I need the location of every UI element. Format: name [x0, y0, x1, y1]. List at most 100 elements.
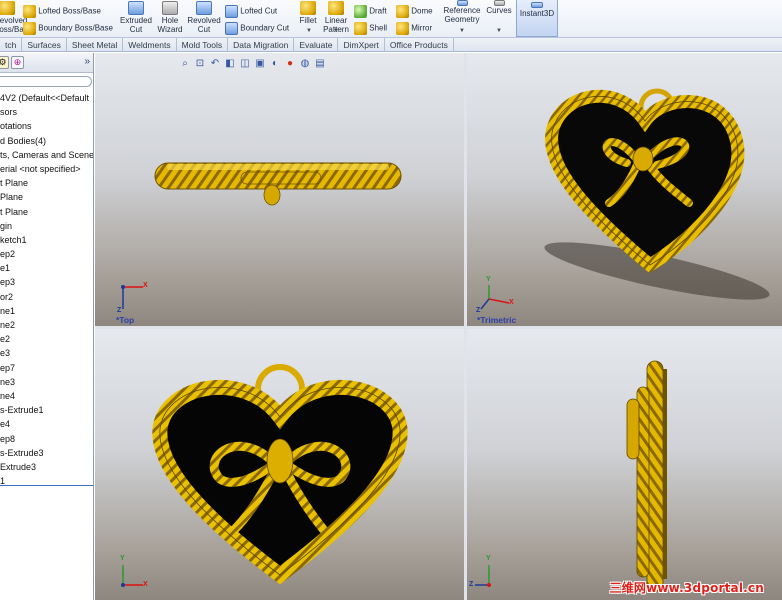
- shell-button[interactable]: Shell: [354, 22, 387, 35]
- revolved-boss-button[interactable]: Revolved Boss/Base: [0, 1, 32, 34]
- previous-view-icon[interactable]: ↶: [209, 58, 221, 70]
- tree-item[interactable]: ep8: [0, 432, 93, 446]
- axis-z-label: Z: [117, 307, 122, 314]
- tree-item[interactable]: t Plane: [0, 205, 93, 219]
- heads-up-view-toolbar: ⌕ ⊡ ↶ ◧ ◫ ▣ ◐ ● ◍ ▤: [179, 57, 326, 71]
- tree-item[interactable]: d Bodies(4): [0, 134, 93, 148]
- tree-item[interactable]: otations: [0, 119, 93, 133]
- tree-item[interactable]: s-Extrude3: [0, 446, 93, 460]
- tab-office-products[interactable]: Office Products: [385, 37, 454, 52]
- tab-sheet-metal[interactable]: Sheet Metal: [67, 37, 124, 52]
- tree-item[interactable]: ep3: [0, 275, 93, 289]
- curves-dropdown-arrow[interactable]: ▼: [496, 28, 502, 34]
- axis-triad-front: Y X: [115, 555, 155, 595]
- tree-item[interactable]: erial <not specified>: [0, 162, 93, 176]
- expand-panel-icon[interactable]: »: [84, 56, 90, 67]
- boundary-cut-button[interactable]: Boundary Cut: [225, 22, 289, 35]
- tab-weldments[interactable]: Weldments: [123, 37, 177, 52]
- hide-show-icon[interactable]: ◐: [269, 58, 281, 70]
- tab-sketch[interactable]: tch: [0, 37, 23, 52]
- site-watermark: 三维网www.3dportal.cn: [609, 581, 764, 595]
- rollback-bar[interactable]: [0, 485, 93, 486]
- shell-label: Shell: [369, 23, 388, 33]
- axis-triad-trimetric: Y X Z: [475, 276, 523, 319]
- axis-triad-top: X Z: [115, 281, 155, 317]
- lofted-boss-button[interactable]: Lofted Boss/Base: [23, 5, 101, 18]
- tree-item[interactable]: ts, Cameras and Scene: [0, 148, 93, 162]
- fillet-label: Fillet: [299, 16, 317, 25]
- tree-item[interactable]: s-Extrude1: [0, 403, 93, 417]
- tree-item[interactable]: gin: [0, 219, 93, 233]
- axis-x-label: X: [509, 299, 514, 306]
- viewport-front[interactable]: Y X: [95, 329, 464, 600]
- axis-z-label: Z: [476, 307, 481, 314]
- reference-geometry-dropdown-arrow[interactable]: ▼: [459, 28, 465, 34]
- feature-manager-toolbar: ⚙ ⊕ »: [0, 53, 93, 73]
- tree-filter-input[interactable]: [0, 76, 92, 87]
- tree-item[interactable]: ne3: [0, 375, 93, 389]
- tree-item[interactable]: ne1: [0, 304, 93, 318]
- tree-item[interactable]: ep2: [0, 247, 93, 261]
- tree-item[interactable]: ne2: [0, 318, 93, 332]
- zoom-fit-icon[interactable]: ⌕: [179, 58, 191, 70]
- view-settings-icon[interactable]: ▤: [314, 58, 326, 70]
- lofted-boss-icon: [23, 5, 36, 18]
- dome-button[interactable]: Dome: [396, 5, 433, 18]
- command-manager-ribbon: Revolved Boss/Base Lofted Boss/Base Boun…: [0, 0, 782, 38]
- graphics-area[interactable]: ⌕ ⊡ ↶ ◧ ◫ ▣ ◐ ● ◍ ▤ X Z *Top Y X Z *Trim…: [95, 53, 782, 600]
- dome-label: Dome: [411, 6, 433, 16]
- tree-item[interactable]: t Plane: [0, 176, 93, 190]
- dimxpert-manager-icon[interactable]: ⊕: [11, 56, 24, 69]
- lofted-cut-button[interactable]: Lofted Cut: [225, 5, 277, 18]
- tab-surfaces[interactable]: Surfaces: [22, 37, 67, 52]
- view-orientation-icon[interactable]: ◫: [239, 58, 251, 70]
- linear-pattern-dropdown-arrow[interactable]: ▼: [333, 28, 339, 34]
- zoom-area-icon[interactable]: ⊡: [194, 58, 206, 70]
- tree-item[interactable]: e4: [0, 417, 93, 431]
- reference-geometry-button[interactable]: Reference Geometry: [442, 0, 482, 24]
- tree-item[interactable]: e3: [0, 346, 93, 360]
- axis-x-label: X: [143, 581, 148, 588]
- instant3d-icon: [531, 2, 543, 8]
- extruded-cut-button[interactable]: Extruded Cut: [118, 1, 154, 34]
- tree-item[interactable]: Extrude3: [0, 460, 93, 474]
- tab-mold-tools[interactable]: Mold Tools: [177, 37, 229, 52]
- tree-item[interactable]: e2: [0, 332, 93, 346]
- lofted-boss-label: Lofted Boss/Base: [38, 6, 101, 16]
- edit-appearance-icon[interactable]: ●: [284, 58, 296, 70]
- boundary-boss-button[interactable]: Boundary Boss/Base: [23, 22, 113, 35]
- fillet-dropdown-arrow[interactable]: ▼: [306, 28, 312, 34]
- mirror-button[interactable]: Mirror: [396, 22, 432, 35]
- hole-wizard-button[interactable]: Hole Wizard: [154, 1, 186, 34]
- tree-item[interactable]: Plane: [0, 190, 93, 204]
- tree-item[interactable]: ketch1: [0, 233, 93, 247]
- draft-label: Draft: [369, 6, 387, 16]
- curves-button[interactable]: Curves: [484, 0, 514, 15]
- section-view-icon[interactable]: ◧: [224, 58, 236, 70]
- axis-y-label: Y: [486, 276, 491, 283]
- tree-item[interactable]: ep7: [0, 361, 93, 375]
- tree-item[interactable]: or2: [0, 290, 93, 304]
- tab-data-migration[interactable]: Data Migration: [228, 37, 295, 52]
- display-style-icon[interactable]: ▣: [254, 58, 266, 70]
- revolved-boss-icon: [0, 1, 15, 15]
- viewport-right[interactable]: Y Z 三维网www.3dportal.cn: [467, 329, 782, 600]
- tree-item[interactable]: e1: [0, 261, 93, 275]
- draft-button[interactable]: Draft: [354, 5, 387, 18]
- tree-item[interactable]: 4V2 (Default<<Default: [0, 91, 93, 105]
- tab-evaluate[interactable]: Evaluate: [294, 37, 339, 52]
- feature-tree-list: 4V2 (Default<<Default sors otations d Bodie…: [0, 91, 93, 488]
- viewport-top[interactable]: ⌕ ⊡ ↶ ◧ ◫ ▣ ◐ ● ◍ ▤ X Z *Top: [95, 53, 464, 326]
- apply-scene-icon[interactable]: ◍: [299, 58, 311, 70]
- boundary-cut-label: Boundary Cut: [240, 23, 290, 33]
- fillet-button[interactable]: Fillet: [296, 1, 320, 25]
- revolved-cut-label: Revolved Cut: [187, 16, 221, 34]
- tab-dimxpert[interactable]: DimXpert: [338, 37, 385, 52]
- tree-item[interactable]: 1: [0, 474, 93, 488]
- config-manager-icon[interactable]: ⚙: [0, 56, 9, 69]
- tree-item[interactable]: ne4: [0, 389, 93, 403]
- instant3d-toggle[interactable]: Instant3D: [516, 0, 558, 37]
- tree-item[interactable]: sors: [0, 105, 93, 119]
- viewport-trimetric[interactable]: Y X Z *Trimetric: [467, 53, 782, 326]
- revolved-cut-button[interactable]: Revolved Cut: [186, 1, 222, 34]
